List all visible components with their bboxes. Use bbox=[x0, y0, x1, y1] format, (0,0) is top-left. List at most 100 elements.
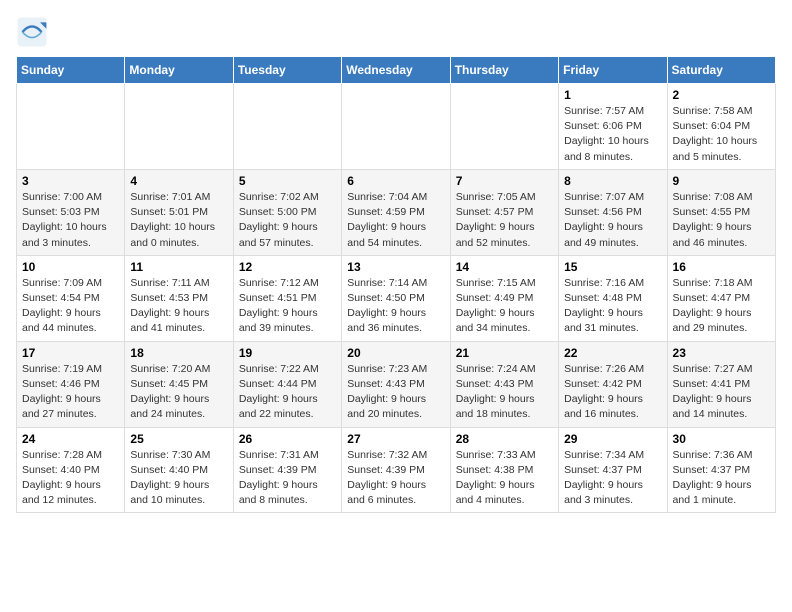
day-info-text: Sunrise: 7:07 AM Sunset: 4:56 PM Dayligh… bbox=[564, 190, 661, 251]
calendar-day-7: 7 Sunrise: 7:05 AM Sunset: 4:57 PM Daylig… bbox=[450, 169, 558, 255]
day-number: 16 bbox=[673, 260, 770, 274]
calendar-day-30: 30 Sunrise: 7:36 AM Sunset: 4:37 PM Dayli… bbox=[667, 427, 775, 513]
calendar-day-24: 24 Sunrise: 7:28 AM Sunset: 4:40 PM Dayli… bbox=[17, 427, 125, 513]
day-number: 14 bbox=[456, 260, 553, 274]
day-info-text: Sunrise: 7:18 AM Sunset: 4:47 PM Dayligh… bbox=[673, 276, 770, 337]
calendar-day-2: 2Sunrise: 7:58 AM Sunset: 6:04 PM Daylig… bbox=[667, 84, 775, 170]
calendar-day-6: 6 Sunrise: 7:04 AM Sunset: 4:59 PM Daylig… bbox=[342, 169, 450, 255]
day-number: 19 bbox=[239, 346, 336, 360]
calendar-day-23: 23Sunrise: 7:27 AM Sunset: 4:41 PM Dayli… bbox=[667, 341, 775, 427]
calendar-day-14: 14 Sunrise: 7:15 AM Sunset: 4:49 PM Dayli… bbox=[450, 255, 558, 341]
day-number: 1 bbox=[564, 88, 661, 102]
calendar-week-row: 17 Sunrise: 7:19 AM Sunset: 4:46 PM Dayli… bbox=[17, 341, 776, 427]
day-number: 11 bbox=[130, 260, 227, 274]
calendar-week-row: 3 Sunrise: 7:00 AM Sunset: 5:03 PM Daylig… bbox=[17, 169, 776, 255]
day-number: 18 bbox=[130, 346, 227, 360]
calendar-day-28: 28 Sunrise: 7:33 AM Sunset: 4:38 PM Dayli… bbox=[450, 427, 558, 513]
day-info-text: Sunrise: 7:16 AM Sunset: 4:48 PM Dayligh… bbox=[564, 276, 661, 337]
calendar-table: SundayMondayTuesdayWednesdayThursdayFrid… bbox=[16, 56, 776, 513]
calendar-empty-cell bbox=[17, 84, 125, 170]
day-number: 29 bbox=[564, 432, 661, 446]
calendar-empty-cell bbox=[125, 84, 233, 170]
day-info-text: Sunrise: 7:14 AM Sunset: 4:50 PM Dayligh… bbox=[347, 276, 444, 337]
day-number: 23 bbox=[673, 346, 770, 360]
day-info-text: Sunrise: 7:24 AM Sunset: 4:43 PM Dayligh… bbox=[456, 362, 553, 423]
day-info-text: Sunrise: 7:33 AM Sunset: 4:38 PM Dayligh… bbox=[456, 448, 553, 509]
weekday-header-saturday: Saturday bbox=[667, 57, 775, 84]
day-info-text: Sunrise: 7:32 AM Sunset: 4:39 PM Dayligh… bbox=[347, 448, 444, 509]
calendar-day-12: 12 Sunrise: 7:12 AM Sunset: 4:51 PM Dayli… bbox=[233, 255, 341, 341]
weekday-header-sunday: Sunday bbox=[17, 57, 125, 84]
day-number: 15 bbox=[564, 260, 661, 274]
calendar-day-17: 17 Sunrise: 7:19 AM Sunset: 4:46 PM Dayli… bbox=[17, 341, 125, 427]
day-number: 12 bbox=[239, 260, 336, 274]
calendar-day-10: 10 Sunrise: 7:09 AM Sunset: 4:54 PM Dayli… bbox=[17, 255, 125, 341]
day-info-text: Sunrise: 7:05 AM Sunset: 4:57 PM Dayligh… bbox=[456, 190, 553, 251]
calendar-day-18: 18 Sunrise: 7:20 AM Sunset: 4:45 PM Dayli… bbox=[125, 341, 233, 427]
day-number: 24 bbox=[22, 432, 119, 446]
day-info-text: Sunrise: 7:09 AM Sunset: 4:54 PM Dayligh… bbox=[22, 276, 119, 337]
day-info-text: Sunrise: 7:36 AM Sunset: 4:37 PM Dayligh… bbox=[673, 448, 770, 509]
day-number: 7 bbox=[456, 174, 553, 188]
calendar-day-20: 20 Sunrise: 7:23 AM Sunset: 4:43 PM Dayli… bbox=[342, 341, 450, 427]
day-info-text: Sunrise: 7:04 AM Sunset: 4:59 PM Dayligh… bbox=[347, 190, 444, 251]
day-info-text: Sunrise: 7:31 AM Sunset: 4:39 PM Dayligh… bbox=[239, 448, 336, 509]
day-number: 22 bbox=[564, 346, 661, 360]
day-info-text: Sunrise: 7:34 AM Sunset: 4:37 PM Dayligh… bbox=[564, 448, 661, 509]
calendar-week-row: 24 Sunrise: 7:28 AM Sunset: 4:40 PM Dayli… bbox=[17, 427, 776, 513]
day-number: 5 bbox=[239, 174, 336, 188]
day-info-text: Sunrise: 7:20 AM Sunset: 4:45 PM Dayligh… bbox=[130, 362, 227, 423]
calendar-day-3: 3 Sunrise: 7:00 AM Sunset: 5:03 PM Daylig… bbox=[17, 169, 125, 255]
day-number: 25 bbox=[130, 432, 227, 446]
calendar-day-11: 11Sunrise: 7:11 AM Sunset: 4:53 PM Dayli… bbox=[125, 255, 233, 341]
day-number: 4 bbox=[130, 174, 227, 188]
day-info-text: Sunrise: 7:15 AM Sunset: 4:49 PM Dayligh… bbox=[456, 276, 553, 337]
weekday-header-tuesday: Tuesday bbox=[233, 57, 341, 84]
calendar-day-13: 13 Sunrise: 7:14 AM Sunset: 4:50 PM Dayli… bbox=[342, 255, 450, 341]
day-info-text: Sunrise: 7:23 AM Sunset: 4:43 PM Dayligh… bbox=[347, 362, 444, 423]
day-info-text: Sunrise: 7:28 AM Sunset: 4:40 PM Dayligh… bbox=[22, 448, 119, 509]
day-number: 17 bbox=[22, 346, 119, 360]
weekday-header-row: SundayMondayTuesdayWednesdayThursdayFrid… bbox=[17, 57, 776, 84]
calendar-day-22: 22 Sunrise: 7:26 AM Sunset: 4:42 PM Dayli… bbox=[559, 341, 667, 427]
calendar-day-16: 16 Sunrise: 7:18 AM Sunset: 4:47 PM Dayli… bbox=[667, 255, 775, 341]
day-info-text: Sunrise: 7:26 AM Sunset: 4:42 PM Dayligh… bbox=[564, 362, 661, 423]
day-number: 13 bbox=[347, 260, 444, 274]
day-number: 9 bbox=[673, 174, 770, 188]
day-info-text: Sunrise: 7:12 AM Sunset: 4:51 PM Dayligh… bbox=[239, 276, 336, 337]
calendar-day-15: 15 Sunrise: 7:16 AM Sunset: 4:48 PM Dayli… bbox=[559, 255, 667, 341]
day-info-text: Sunrise: 7:00 AM Sunset: 5:03 PM Dayligh… bbox=[22, 190, 119, 251]
day-number: 10 bbox=[22, 260, 119, 274]
day-info-text: Sunrise: 7:57 AM Sunset: 6:06 PM Dayligh… bbox=[564, 104, 661, 165]
day-info-text: Sunrise: 7:58 AM Sunset: 6:04 PM Dayligh… bbox=[673, 104, 770, 165]
day-number: 6 bbox=[347, 174, 444, 188]
weekday-header-thursday: Thursday bbox=[450, 57, 558, 84]
calendar-day-26: 26 Sunrise: 7:31 AM Sunset: 4:39 PM Dayli… bbox=[233, 427, 341, 513]
logo bbox=[16, 16, 52, 48]
calendar-day-27: 27 Sunrise: 7:32 AM Sunset: 4:39 PM Dayli… bbox=[342, 427, 450, 513]
weekday-header-wednesday: Wednesday bbox=[342, 57, 450, 84]
day-number: 3 bbox=[22, 174, 119, 188]
day-number: 28 bbox=[456, 432, 553, 446]
day-info-text: Sunrise: 7:30 AM Sunset: 4:40 PM Dayligh… bbox=[130, 448, 227, 509]
day-number: 27 bbox=[347, 432, 444, 446]
calendar-day-8: 8 Sunrise: 7:07 AM Sunset: 4:56 PM Daylig… bbox=[559, 169, 667, 255]
day-number: 20 bbox=[347, 346, 444, 360]
calendar-empty-cell bbox=[233, 84, 341, 170]
calendar-empty-cell bbox=[450, 84, 558, 170]
weekday-header-friday: Friday bbox=[559, 57, 667, 84]
day-number: 8 bbox=[564, 174, 661, 188]
day-info-text: Sunrise: 7:01 AM Sunset: 5:01 PM Dayligh… bbox=[130, 190, 227, 251]
calendar-day-9: 9 Sunrise: 7:08 AM Sunset: 4:55 PM Daylig… bbox=[667, 169, 775, 255]
day-info-text: Sunrise: 7:19 AM Sunset: 4:46 PM Dayligh… bbox=[22, 362, 119, 423]
calendar-day-4: 4 Sunrise: 7:01 AM Sunset: 5:01 PM Daylig… bbox=[125, 169, 233, 255]
day-number: 26 bbox=[239, 432, 336, 446]
calendar-day-29: 29 Sunrise: 7:34 AM Sunset: 4:37 PM Dayli… bbox=[559, 427, 667, 513]
day-info-text: Sunrise: 7:22 AM Sunset: 4:44 PM Dayligh… bbox=[239, 362, 336, 423]
day-info-text: Sunrise: 7:08 AM Sunset: 4:55 PM Dayligh… bbox=[673, 190, 770, 251]
calendar-empty-cell bbox=[342, 84, 450, 170]
page-header bbox=[16, 16, 776, 48]
day-number: 21 bbox=[456, 346, 553, 360]
calendar-week-row: 10 Sunrise: 7:09 AM Sunset: 4:54 PM Dayli… bbox=[17, 255, 776, 341]
day-number: 30 bbox=[673, 432, 770, 446]
